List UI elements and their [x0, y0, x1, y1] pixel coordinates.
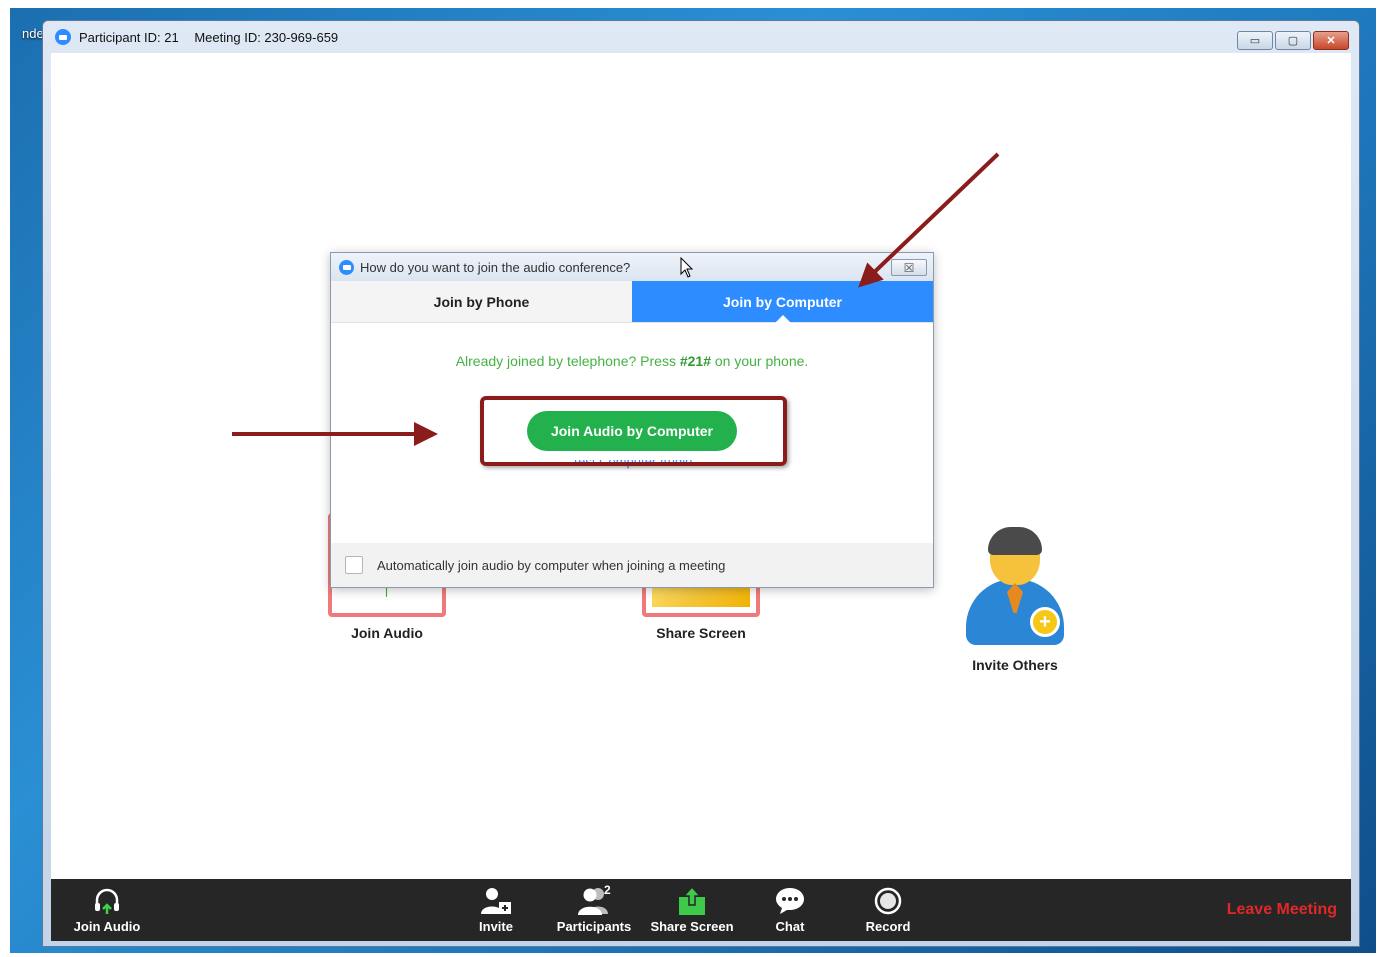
- mouse-cursor-icon: [680, 257, 694, 278]
- annotation-arrow-to-tab: [858, 152, 1000, 288]
- annotation-arrows: [232, 152, 1000, 446]
